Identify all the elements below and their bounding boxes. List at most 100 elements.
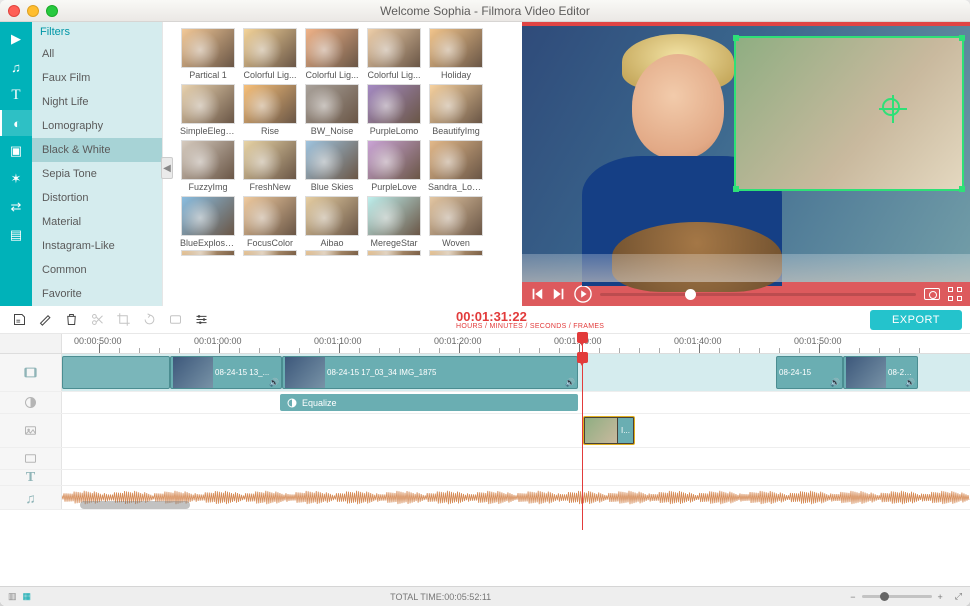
filter-item[interactable]: BW_Noise (303, 84, 361, 138)
record-voiceover-button[interactable] (8, 309, 30, 331)
text-track-head[interactable]: T (0, 470, 62, 485)
minimize-button[interactable] (27, 5, 39, 17)
filter-item[interactable]: BlueExplosion (179, 196, 237, 250)
filter-item[interactable]: PurpleLove (365, 140, 423, 194)
sidebar-item-favorite[interactable]: Favorite (32, 282, 162, 306)
filter-label: FuzzyImg (188, 182, 227, 192)
delete-button[interactable] (60, 309, 82, 331)
overlay-track-head[interactable] (0, 414, 62, 447)
text-lane[interactable] (62, 470, 970, 485)
seek-slider[interactable] (600, 293, 916, 296)
filter-item[interactable]: Colorful Lig... (365, 28, 423, 82)
video-track-head[interactable] (0, 354, 62, 391)
split-icon[interactable]: ▤ (0, 222, 32, 248)
filter-item[interactable]: Sandra_Lomo (427, 140, 485, 194)
pip-center-target[interactable] (882, 98, 900, 116)
fullscreen-button[interactable] (948, 287, 962, 301)
zoom-knob[interactable] (880, 592, 889, 601)
play-button[interactable] (574, 285, 592, 303)
color-tune-button[interactable] (190, 309, 212, 331)
overlay-icon[interactable]: ▣ (0, 138, 32, 164)
filter-item[interactable]: PurpleLomo (365, 84, 423, 138)
sidebar-item-night-life[interactable]: Night Life (32, 90, 162, 114)
timecode-units-label: HOURS / MINUTES / SECONDS / FRAMES (456, 323, 604, 330)
sidebar-item-instagram-like[interactable]: Instagram-Like (32, 234, 162, 258)
effect-clip[interactable]: Equalize (280, 394, 578, 411)
next-frame-button[interactable] (552, 287, 566, 301)
list-view-button[interactable]: ▦ (23, 591, 32, 602)
effect-track-head[interactable] (0, 392, 62, 413)
video-clip[interactable]: 08-24-15 13_...🔊 (170, 356, 282, 389)
filter-item[interactable]: Colorful Lig... (241, 28, 299, 82)
seek-handle[interactable] (685, 289, 696, 300)
sidebar-item-common[interactable]: Common (32, 258, 162, 282)
element-icon[interactable]: ✶ (0, 166, 32, 192)
pip-handle-br[interactable] (959, 186, 965, 192)
video-lane[interactable]: 87008-24-15 13_...🔊08-24-15 17_03_34 IMG… (62, 354, 970, 391)
zoom-in-button[interactable]: + (938, 592, 943, 602)
sidebar-item-lomography[interactable]: Lomography (32, 114, 162, 138)
music-icon[interactable]: ♫ (0, 54, 32, 80)
effect-lane[interactable]: Equalize (62, 392, 970, 413)
video-clip[interactable]: 08-24-15🔊 (776, 356, 843, 389)
spacer-track-head[interactable] (0, 448, 62, 469)
zoom-slider[interactable] (862, 595, 932, 598)
zoom-button[interactable] (46, 5, 58, 17)
sidebar-item-faux-film[interactable]: Faux Film (32, 66, 162, 90)
filter-item[interactable] (365, 250, 423, 256)
filter-item[interactable]: Rise (241, 84, 299, 138)
video-preview[interactable] (522, 26, 970, 282)
filter-item[interactable] (241, 250, 299, 256)
export-button[interactable]: EXPORT (870, 310, 962, 330)
filter-item[interactable]: Woven (427, 196, 485, 250)
transition-icon[interactable]: ⇄ (0, 194, 32, 220)
close-button[interactable] (8, 5, 20, 17)
video-clip[interactable]: 08-24-15🔊 (843, 356, 918, 389)
timeline-ruler[interactable]: 00:00:50:0000:01:00:0000:01:10:0000:01:2… (62, 334, 970, 353)
filter-item[interactable]: FreshNew (241, 140, 299, 194)
filter-item[interactable]: FuzzyImg (179, 140, 237, 194)
thumbs-view-button[interactable]: ▥ (8, 591, 17, 602)
pip-overlay[interactable] (734, 36, 964, 191)
filter-icon[interactable]: ◐ (0, 110, 32, 136)
text-icon[interactable]: T (0, 82, 32, 108)
prev-frame-button[interactable] (530, 287, 544, 301)
filter-item[interactable]: Partical 1 (179, 28, 237, 82)
snapshot-button[interactable] (924, 288, 940, 300)
spacer-lane[interactable] (62, 448, 970, 469)
filter-item[interactable]: MeregeStar (365, 196, 423, 250)
audio-lane[interactable] (62, 486, 970, 509)
sidebar-item-distortion[interactable]: Distortion (32, 186, 162, 210)
collapse-sidebar-button[interactable]: ◀ (161, 157, 173, 179)
filter-item[interactable]: Blue Skies (303, 140, 361, 194)
video-clip[interactable] (62, 356, 170, 389)
filter-item[interactable]: BeautifyImg (427, 84, 485, 138)
filter-item[interactable] (303, 250, 361, 256)
playhead[interactable] (582, 354, 583, 530)
filter-item[interactable]: SimpleElegent (179, 84, 237, 138)
audio-track-head[interactable]: ♫ (0, 486, 62, 509)
split-button (86, 309, 108, 331)
sidebar-item-sepia-tone[interactable]: Sepia Tone (32, 162, 162, 186)
pip-handle-bl[interactable] (733, 186, 739, 192)
filter-item[interactable]: Holiday (427, 28, 485, 82)
timeline-scrollbar[interactable] (80, 501, 190, 509)
pip-handle-tl[interactable] (733, 35, 739, 41)
sidebar-item-material[interactable]: Material (32, 210, 162, 234)
edit-tool-button[interactable] (34, 309, 56, 331)
filter-item[interactable]: Aibao (303, 196, 361, 250)
timeline-ruler-row: 00:00:50:0000:01:00:0000:01:10:0000:01:2… (0, 334, 970, 354)
filter-item[interactable]: FocusColor (241, 196, 299, 250)
sidebar-item-all[interactable]: All (32, 42, 162, 66)
pip-handle-tr[interactable] (959, 35, 965, 41)
filter-item[interactable] (179, 250, 237, 256)
sidebar-item-black-white[interactable]: Black & White (32, 138, 162, 162)
filter-item[interactable] (427, 250, 485, 256)
overlay-lane[interactable]: I... (62, 414, 970, 447)
filter-item[interactable]: Colorful Lig... (303, 28, 361, 82)
zoom-out-button[interactable]: − (850, 592, 855, 602)
overlay-clip[interactable]: I... (583, 416, 635, 445)
video-clip[interactable]: 08-24-15 17_03_34 IMG_1875🔊 (282, 356, 578, 389)
media-icon[interactable]: ▶ (0, 26, 32, 52)
fit-timeline-button[interactable]: ⤢ (955, 591, 962, 602)
